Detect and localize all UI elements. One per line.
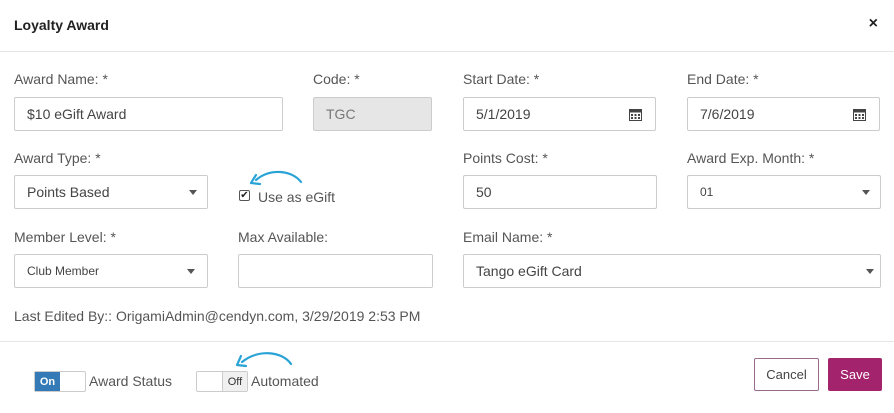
max-available-label: Max Available: — [238, 229, 329, 245]
close-icon[interactable]: × — [869, 16, 878, 32]
start-date-value: 5/1/2019 — [476, 106, 531, 122]
last-edited-text: Last Edited By:: OrigamiAdmin@cendyn.com… — [14, 308, 421, 324]
email-name-select[interactable]: Tango eGift Card — [463, 254, 881, 288]
award-status-toggle-text: On — [35, 372, 60, 391]
chevron-down-icon — [189, 190, 197, 195]
award-name-value: $10 eGift Award — [27, 106, 127, 122]
automated-toggle-text: Off — [222, 372, 247, 391]
award-type-select[interactable]: Points Based — [14, 175, 208, 209]
check-icon: ✔ — [240, 189, 249, 201]
award-type-label: Award Type: * — [14, 150, 101, 166]
award-exp-month-select[interactable]: 01 — [687, 175, 881, 209]
use-as-egift-label: Use as eGift — [258, 189, 336, 205]
code-value: TGC — [326, 106, 356, 122]
end-date-input[interactable]: 7/6/2019 — [687, 97, 841, 131]
calendar-icon — [853, 108, 866, 121]
code-input: TGC — [313, 97, 432, 131]
end-date-value: 7/6/2019 — [700, 106, 755, 122]
email-name-label: Email Name: * — [463, 229, 553, 245]
points-cost-label: Points Cost: * — [463, 150, 548, 166]
points-cost-input[interactable]: 50 — [463, 175, 657, 209]
cancel-button[interactable]: Cancel — [754, 358, 819, 391]
use-as-egift-checkbox[interactable]: ✔ — [239, 190, 250, 201]
award-exp-month-value: 01 — [700, 185, 714, 199]
member-level-select[interactable]: Club Member — [14, 254, 208, 288]
modal-title: Loyalty Award — [14, 17, 109, 33]
member-level-label: Member Level: * — [14, 229, 116, 245]
member-level-value: Club Member — [27, 264, 100, 278]
award-name-label: Award Name: * — [14, 71, 108, 87]
chevron-down-icon — [866, 269, 874, 274]
calendar-icon — [629, 108, 642, 121]
award-exp-month-label: Award Exp. Month: * — [687, 150, 815, 166]
chevron-down-icon — [187, 269, 195, 274]
curved-arrow-icon — [235, 352, 293, 368]
modal-header: Loyalty Award × — [0, 0, 894, 52]
automated-label: Automated — [251, 373, 319, 389]
start-date-calendar-button[interactable] — [616, 97, 656, 131]
start-date-input[interactable]: 5/1/2019 — [463, 97, 617, 131]
end-date-label: End Date: * — [687, 71, 759, 87]
end-date-calendar-button[interactable] — [840, 97, 880, 131]
chevron-down-icon — [862, 190, 870, 195]
max-available-input[interactable] — [238, 254, 433, 288]
code-label: Code: * — [313, 71, 360, 87]
award-status-label: Award Status — [89, 373, 173, 389]
points-cost-value: 50 — [476, 184, 492, 200]
curved-arrow-icon — [249, 170, 303, 186]
award-status-toggle[interactable]: On — [34, 371, 86, 392]
footer-divider — [0, 341, 894, 342]
start-date-label: Start Date: * — [463, 71, 540, 87]
automated-toggle[interactable]: Off — [196, 371, 248, 392]
award-name-input[interactable]: $10 eGift Award — [14, 97, 283, 131]
save-button[interactable]: Save — [828, 358, 882, 391]
award-type-value: Points Based — [27, 184, 110, 200]
email-name-value: Tango eGift Card — [476, 263, 582, 279]
